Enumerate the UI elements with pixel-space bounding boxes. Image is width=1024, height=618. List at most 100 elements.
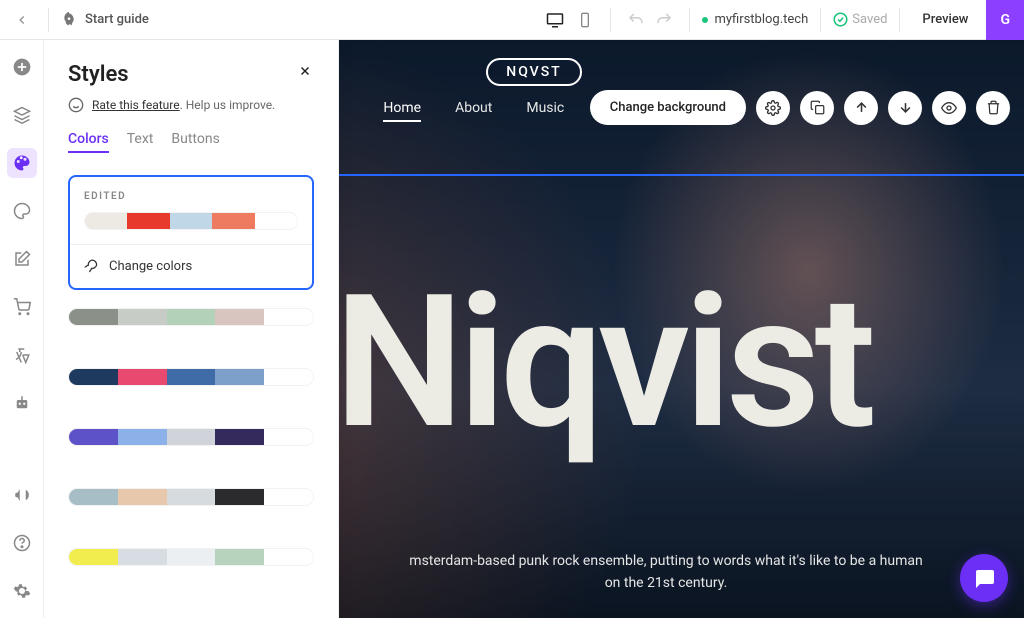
tab-text[interactable]: Text [127,131,154,153]
edited-palette-card[interactable]: EDITED Change colors [68,175,314,290]
palette-option[interactable] [68,488,314,506]
site-logo[interactable]: NQVST [486,58,581,86]
rate-suffix: . Help us improve. [180,98,276,112]
topbar-divider [820,8,821,32]
arrow-down-icon [898,100,913,115]
palette-swatch [215,489,264,505]
palette-option[interactable] [68,308,314,326]
rail-theme-button[interactable] [7,196,37,226]
cart-icon [13,298,31,316]
palette-bar [68,368,314,386]
palette-swatch [167,369,216,385]
rail-edit-button[interactable] [7,244,37,274]
rail-layers-button[interactable] [7,100,37,130]
rail-add-button[interactable] [7,52,37,82]
device-desktop-button[interactable] [542,7,568,33]
tab-buttons[interactable]: Buttons [171,131,219,153]
section-visibility-button[interactable] [932,91,966,125]
section-move-down-button[interactable] [888,91,922,125]
undo-icon [627,11,645,29]
start-guide-button[interactable]: Start guide [61,12,149,28]
saved-indicator: Saved [833,12,887,27]
back-button[interactable] [8,6,36,34]
device-mobile-button[interactable] [572,7,598,33]
palette-option[interactable] [68,548,314,566]
palette-bar [68,428,314,446]
arrow-up-icon [854,100,869,115]
palette-swatch [118,369,167,385]
topbar-divider [48,8,49,32]
palette-swatch [264,549,313,565]
rail-store-button[interactable] [7,292,37,322]
change-colors-button[interactable]: Change colors [84,259,298,274]
rail-styles-button[interactable] [7,148,37,178]
mobile-icon [577,12,593,28]
redo-icon [655,11,673,29]
tab-colors[interactable]: Colors [68,131,109,153]
edited-label: EDITED [84,191,298,202]
palette-swatch [69,549,118,565]
palette-swatch [264,429,313,445]
hero-sub-line1: msterdam-based punk rock ensemble, putti… [409,553,922,569]
hero-title[interactable]: Niqvist [334,270,1024,454]
domain-display[interactable]: myfirstblog.tech [702,12,808,27]
palette-swatch [69,429,118,445]
palette-icon [13,154,31,172]
check-circle-icon [833,12,848,27]
hero-subtitle[interactable]: msterdam-based punk rock ensemble, putti… [338,550,994,595]
close-panel-button[interactable] [296,62,314,84]
domain-text: myfirstblog.tech [714,12,808,27]
go-live-button[interactable]: G [986,0,1024,40]
trash-icon [986,100,1001,115]
palette-swatch [85,213,127,229]
rail-megaphone-button[interactable] [7,480,37,510]
nav-about[interactable]: About [455,100,492,122]
rail-settings-button[interactable] [7,576,37,606]
palette-outline-icon [13,202,31,220]
preview-button[interactable]: Preview [912,6,978,33]
topbar-divider [899,8,900,32]
plus-circle-icon [12,57,32,77]
palette-swatch [255,213,297,229]
palette-edited [84,212,298,230]
palette-swatch [264,369,313,385]
chat-icon [972,566,996,590]
rail-translate-button[interactable] [7,340,37,370]
gear-icon [13,582,31,600]
palette-swatch [69,369,118,385]
pencil-square-icon [13,250,31,268]
topbar-divider [689,8,690,32]
palette-swatch [167,549,216,565]
palette-swatch [167,489,216,505]
palette-option[interactable] [68,368,314,386]
rail-help-button[interactable] [7,528,37,558]
palette-swatch [215,549,264,565]
section-duplicate-button[interactable] [800,91,834,125]
rate-feature-link[interactable]: Rate this feature [92,98,180,112]
nav-music[interactable]: Music [526,100,564,122]
palette-swatch [127,213,169,229]
nav-home[interactable]: Home [383,100,421,122]
redo-button[interactable] [651,7,677,33]
divider [70,244,312,245]
rail-ai-button[interactable] [7,388,37,418]
change-colors-label: Change colors [109,259,192,274]
undo-button[interactable] [623,7,649,33]
palette-swatch [215,369,264,385]
change-background-button[interactable]: Change background [590,90,746,125]
chat-widget-button[interactable] [960,554,1008,602]
section-delete-button[interactable] [976,91,1010,125]
question-circle-icon [13,534,31,552]
palette-swatch [167,309,216,325]
palette-bar [68,488,314,506]
section-settings-button[interactable] [756,91,790,125]
palette-swatch [118,309,167,325]
palette-swatch [118,549,167,565]
palette-swatch [170,213,212,229]
palette-option[interactable] [68,428,314,446]
section-move-up-button[interactable] [844,91,878,125]
palette-swatch [264,309,313,325]
palette-swatch [215,309,264,325]
rocket-icon [61,12,77,28]
brush-icon [84,259,99,274]
